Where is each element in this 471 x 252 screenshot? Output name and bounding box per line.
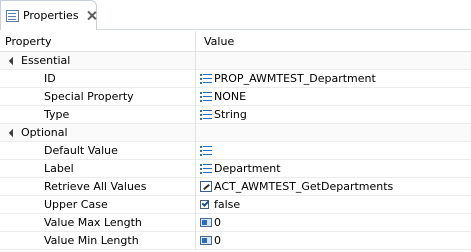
property-row[interactable]: Upper Case false (0, 196, 471, 214)
property-name: Type (44, 108, 70, 121)
property-name: ID (44, 72, 56, 85)
integer-value-icon (200, 217, 212, 228)
text-value-icon (200, 91, 212, 102)
property-value[interactable]: 0 (214, 232, 221, 250)
text-value-icon (200, 109, 212, 120)
category-row-essential[interactable]: Essential (0, 52, 471, 70)
property-name: Retrieve All Values (44, 180, 147, 193)
text-value-icon (200, 73, 212, 84)
properties-table-body: Essential ID PROP_AWMTEST_Department Spe… (0, 52, 471, 250)
tab-title: Properties (22, 9, 79, 22)
property-value[interactable]: 0 (214, 214, 221, 232)
column-header-value[interactable]: Value (197, 31, 471, 52)
category-label: Essential (21, 54, 71, 67)
column-header-property[interactable]: Property (0, 31, 196, 52)
property-name: Value Max Length (44, 216, 142, 229)
property-value[interactable]: Department (214, 160, 281, 178)
category-row-optional[interactable]: Optional (0, 124, 471, 142)
property-row[interactable]: Type String (0, 106, 471, 124)
properties-tab[interactable]: Properties (0, 0, 97, 30)
property-value[interactable]: false (214, 196, 240, 214)
view-tab-bar: Properties (0, 0, 471, 30)
property-row[interactable]: Special Property NONE (0, 88, 471, 106)
property-name: Label (44, 162, 74, 175)
property-row[interactable]: Value Max Length 0 (0, 214, 471, 232)
property-name: Value Min Length (44, 234, 139, 247)
expanded-triangle-icon[interactable] (8, 128, 18, 138)
property-value[interactable]: ACT_AWMTEST_GetDepartments (214, 178, 393, 196)
text-value-icon (200, 163, 212, 174)
integer-value-icon (200, 235, 212, 246)
properties-table-header: Property Value (0, 31, 471, 52)
property-name: Default Value (44, 144, 118, 157)
category-label: Optional (21, 126, 68, 139)
text-value-icon (200, 145, 212, 156)
properties-view: Properties Property Value Essential ID P… (0, 0, 471, 252)
expanded-triangle-icon[interactable] (8, 56, 18, 66)
property-value[interactable]: String (214, 106, 247, 124)
properties-view-icon (5, 8, 19, 24)
property-row[interactable]: Label Department (0, 160, 471, 178)
property-row[interactable]: Retrieve All Values ACT_AWMTEST_GetDepar… (0, 178, 471, 196)
property-row[interactable]: Default Value (0, 142, 471, 160)
property-value[interactable]: NONE (214, 88, 246, 106)
property-row[interactable]: Value Min Length 0 (0, 232, 471, 250)
boolean-value-icon (200, 199, 212, 210)
property-name: Special Property (44, 90, 134, 103)
property-value[interactable]: PROP_AWMTEST_Department (214, 70, 376, 88)
property-name: Upper Case (44, 198, 108, 211)
close-icon[interactable] (86, 10, 96, 22)
property-row[interactable]: ID PROP_AWMTEST_Department (0, 70, 471, 88)
link-reference-icon (200, 181, 212, 192)
